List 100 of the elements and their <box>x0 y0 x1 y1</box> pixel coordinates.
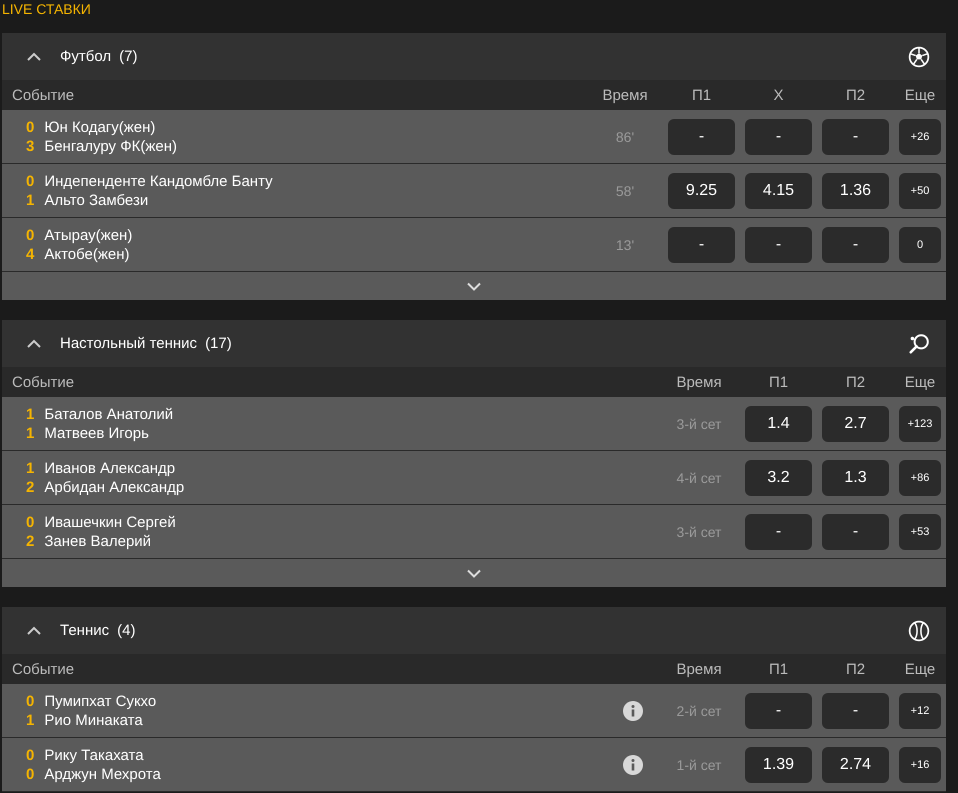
column-header: Событие <box>12 660 76 678</box>
match-time: 86' <box>614 128 636 144</box>
score: 0 <box>26 692 34 710</box>
score: 0 <box>26 514 34 530</box>
chevron-down-icon[interactable] <box>467 282 481 290</box>
odds-button[interactable]: 2.74 <box>822 746 889 782</box>
odds-button[interactable]: - <box>668 118 735 154</box>
match-time: 3-й сет <box>676 416 722 432</box>
column-header: П1 <box>690 86 712 104</box>
team-name[interactable]: Пумипхат Сукхо <box>44 692 613 710</box>
team-name[interactable]: Баталов Анатолий <box>44 406 643 422</box>
score: 1 <box>26 192 34 208</box>
team-name[interactable]: Рио Минаката <box>44 712 613 728</box>
column-header: П1 <box>768 660 790 678</box>
score: 1 <box>26 424 34 442</box>
match-time: 3-й сет <box>676 524 722 540</box>
section-header[interactable]: Футбол (7) <box>2 33 946 80</box>
odds-button[interactable]: 4.15 <box>745 172 812 208</box>
odds-button[interactable]: 1.3 <box>822 460 889 496</box>
odds-button[interactable]: - <box>822 118 889 154</box>
event-count: (17) <box>205 335 232 352</box>
match-time: 4-й сет <box>676 470 722 486</box>
odds-button[interactable]: 1.36 <box>822 172 889 208</box>
odds-button[interactable]: - <box>745 514 812 550</box>
odds-button[interactable]: - <box>668 226 735 262</box>
team-name[interactable]: Альто Замбези <box>44 192 572 208</box>
page-title: LIVE СТАВКИ <box>2 0 91 18</box>
odds-button[interactable]: - <box>745 692 812 728</box>
odds-button[interactable]: - <box>822 514 889 550</box>
odds-button[interactable]: - <box>745 118 812 154</box>
team-name[interactable]: Рику Такахата <box>44 746 613 764</box>
column-header: Время <box>675 660 723 678</box>
score: 3 <box>26 138 34 154</box>
score: 2 <box>26 478 34 496</box>
tennis-ball-icon <box>908 620 930 642</box>
info-icon[interactable] <box>623 754 643 774</box>
team-name[interactable]: Юн Кодагу(жен) <box>44 118 572 136</box>
sport-name: Футбол <box>60 48 112 65</box>
column-header: П2 <box>844 660 866 678</box>
section-header[interactable]: Настольный теннис (17) <box>2 320 946 367</box>
match-time: 58' <box>614 182 636 198</box>
score: 0 <box>26 766 34 782</box>
column-header: Время <box>601 86 649 104</box>
odds-button[interactable]: - <box>745 226 812 262</box>
score: 0 <box>26 226 34 244</box>
sport-name: Настольный теннис <box>60 335 198 352</box>
column-header: П1 <box>768 374 790 390</box>
chevron-up-icon[interactable] <box>26 338 42 348</box>
team-name[interactable]: Арбидан Александр <box>44 478 643 496</box>
more-markets-button[interactable]: +16 <box>899 746 941 782</box>
more-markets-button[interactable]: +53 <box>899 514 941 550</box>
more-markets-button[interactable]: +12 <box>899 692 941 728</box>
team-name[interactable]: Арджун Мехрота <box>44 766 613 782</box>
column-header: Еще <box>904 86 936 104</box>
column-header: Событие <box>12 86 76 104</box>
team-name[interactable]: Иванов Александр <box>44 460 643 476</box>
team-name[interactable]: Атырау(жен) <box>44 226 572 244</box>
score: 1 <box>26 406 34 422</box>
column-header: П2 <box>844 86 866 104</box>
score: 4 <box>26 246 34 262</box>
score: 2 <box>26 532 34 550</box>
chevron-down-icon[interactable] <box>467 568 481 578</box>
odds-button[interactable]: 1.4 <box>745 406 812 442</box>
odds-button[interactable]: - <box>822 226 889 262</box>
section-header[interactable]: Теннис (4) <box>2 607 946 654</box>
odds-button[interactable]: 2.7 <box>822 406 889 442</box>
score: 1 <box>26 460 34 476</box>
score: 0 <box>26 118 34 136</box>
more-markets-button[interactable]: +50 <box>899 172 941 208</box>
team-name[interactable]: Бенгалуру ФК(жен) <box>44 138 572 154</box>
more-markets-button[interactable]: +86 <box>899 460 941 496</box>
column-header: П2 <box>844 374 866 390</box>
column-header: Еще <box>904 374 936 390</box>
odds-button[interactable]: 1.39 <box>745 746 812 782</box>
event-count: (4) <box>117 622 136 639</box>
match-time: 13' <box>614 236 636 252</box>
more-markets-button[interactable]: 0 <box>899 226 941 262</box>
team-name[interactable]: Индепенденте Кандомбле Банту <box>44 172 572 190</box>
team-name[interactable]: Матвеев Игорь <box>44 424 643 442</box>
column-header: Событие <box>12 374 76 390</box>
more-markets-button[interactable]: +123 <box>899 406 941 442</box>
odds-button[interactable]: 3.2 <box>745 460 812 496</box>
score: 0 <box>26 172 34 190</box>
event-count: (7) <box>119 48 138 65</box>
team-name[interactable]: Актобе(жен) <box>44 246 572 262</box>
soccer-ball-icon <box>908 46 930 68</box>
column-header: Еще <box>904 660 936 678</box>
chevron-up-icon[interactable] <box>26 626 42 636</box>
team-name[interactable]: Занев Валерий <box>44 532 643 550</box>
match-time: 1-й сет <box>676 756 722 772</box>
chevron-up-icon[interactable] <box>26 52 42 62</box>
info-icon[interactable] <box>623 700 643 720</box>
odds-button[interactable]: 9.25 <box>668 172 735 208</box>
team-name[interactable]: Ивашечкин Сергей <box>44 514 643 530</box>
column-header: Время <box>675 374 723 390</box>
score: 1 <box>26 712 34 728</box>
column-header: Х <box>772 86 784 104</box>
odds-button[interactable]: - <box>822 692 889 728</box>
more-markets-button[interactable]: +26 <box>899 118 941 154</box>
sport-name: Теннис <box>60 622 110 639</box>
